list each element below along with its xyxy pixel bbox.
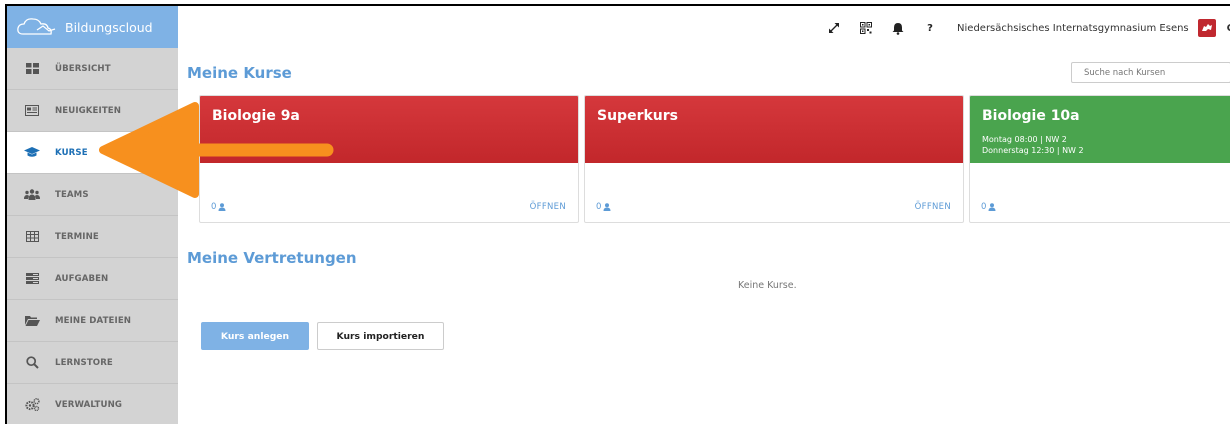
course-time-slot: Donnerstag 12:30 | NW 2 [982,146,1084,155]
course-schedule: Montag 08:00 | NW 2 Donnerstag 12:30 | N… [982,134,1230,156]
member-count: 0 [981,202,996,212]
sidebar-item-kurse[interactable]: KURSE [7,132,178,174]
tasks-icon [21,273,43,284]
courses-heading: Meine Kurse [187,64,292,82]
sidebar-item-label: MEINE DATEIEN [55,315,132,326]
notification-bell-icon[interactable] [887,17,909,39]
course-card-header: Superkurs [585,96,963,163]
sidebar-item-label: ÜBERSICHT [55,63,111,74]
member-count-value: 0 [211,202,217,212]
course-title: Biologie 9a [212,108,300,124]
qr-code-icon[interactable] [855,17,877,39]
sidebar-item-aufgaben[interactable]: AUFGABEN [7,258,178,300]
member-count-value: 0 [981,202,987,212]
cogs-icon [21,398,43,411]
main-content: Meine Kurse Biologie 9a 0 ÖFFNEN Superku… [178,50,1230,424]
course-card-header: Biologie 9a [200,96,578,163]
sidebar-item-label: TERMINE [55,231,99,242]
user-menu[interactable]: C [1227,23,1230,34]
course-card-header: Biologie 10a Montag 08:00 | NW 2 Donners… [970,96,1230,163]
brand-home-link[interactable]: Bildungscloud [7,6,178,48]
calendar-icon [21,231,43,242]
sidebar: Bildungscloud ÜBERSICHT NEUIGKEITEN KURS… [7,6,178,424]
sidebar-item-uebersicht[interactable]: ÜBERSICHT [7,48,178,90]
sidebar-item-termine[interactable]: TERMINE [7,216,178,258]
course-card-footer: 0 ÖFFNEN [596,202,951,212]
app-frame: Bildungscloud ÜBERSICHT NEUIGKEITEN KURS… [5,4,1230,424]
course-time-slot: Montag 08:00 | NW 2 [982,135,1067,144]
help-icon[interactable]: ? [919,17,941,39]
folder-icon [21,315,43,326]
dashboard-icon [21,63,43,74]
topbar: ? Niedersächsisches Internatsgymnasium E… [178,6,1230,50]
sidebar-item-label: TEAMS [55,189,89,200]
course-search-input[interactable] [1071,62,1230,83]
sidebar-item-neuigkeiten[interactable]: NEUIGKEITEN [7,90,178,132]
sidebar-item-label: AUFGABEN [55,273,109,284]
sidebar-item-label: LERNSTORE [55,357,113,368]
substitutions-heading: Meine Vertretungen [187,249,357,267]
sidebar-item-lernstore[interactable]: LERNSTORE [7,342,178,384]
course-card[interactable]: Biologie 10a Montag 08:00 | NW 2 Donners… [969,95,1230,223]
user-icon [218,203,226,211]
member-count-value: 0 [596,202,602,212]
course-title: Superkurs [597,108,678,124]
user-icon [603,203,611,211]
create-course-button[interactable]: Kurs anlegen [201,322,309,350]
course-card-footer: 0 ÖFFNEN [211,202,566,212]
open-course-link[interactable]: ÖFFNEN [530,202,566,212]
import-course-button[interactable]: Kurs importieren [317,322,444,350]
school-name[interactable]: Niedersächsisches Internatsgymnasium Ese… [957,23,1189,34]
course-card[interactable]: Superkurs 0 ÖFFNEN [584,95,964,223]
user-icon [988,203,996,211]
news-icon [21,105,43,116]
search-icon [21,356,43,369]
team-icon [21,189,43,200]
school-crest-icon [1197,19,1216,37]
empty-state-text: Keine Kurse. [738,280,797,291]
open-course-link[interactable]: ÖFFNEN [915,202,951,212]
member-count: 0 [596,202,611,212]
member-count: 0 [211,202,226,212]
brand-name: Bildungscloud [65,19,153,35]
cloud-logo-icon [17,18,56,35]
course-title: Biologie 10a [982,108,1080,124]
sidebar-item-teams[interactable]: TEAMS [7,174,178,216]
sidebar-item-label: KURSE [55,147,88,158]
sidebar-item-verwaltung[interactable]: VERWALTUNG [7,384,178,424]
sidebar-item-meine-dateien[interactable]: MEINE DATEIEN [7,300,178,342]
graduation-cap-icon [21,147,43,158]
sidebar-item-label: VERWALTUNG [55,399,123,410]
fullscreen-icon[interactable] [823,17,845,39]
course-card-footer: 0 [981,202,1230,212]
sidebar-item-label: NEUIGKEITEN [55,105,122,116]
course-card[interactable]: Biologie 9a 0 ÖFFNEN [199,95,579,223]
